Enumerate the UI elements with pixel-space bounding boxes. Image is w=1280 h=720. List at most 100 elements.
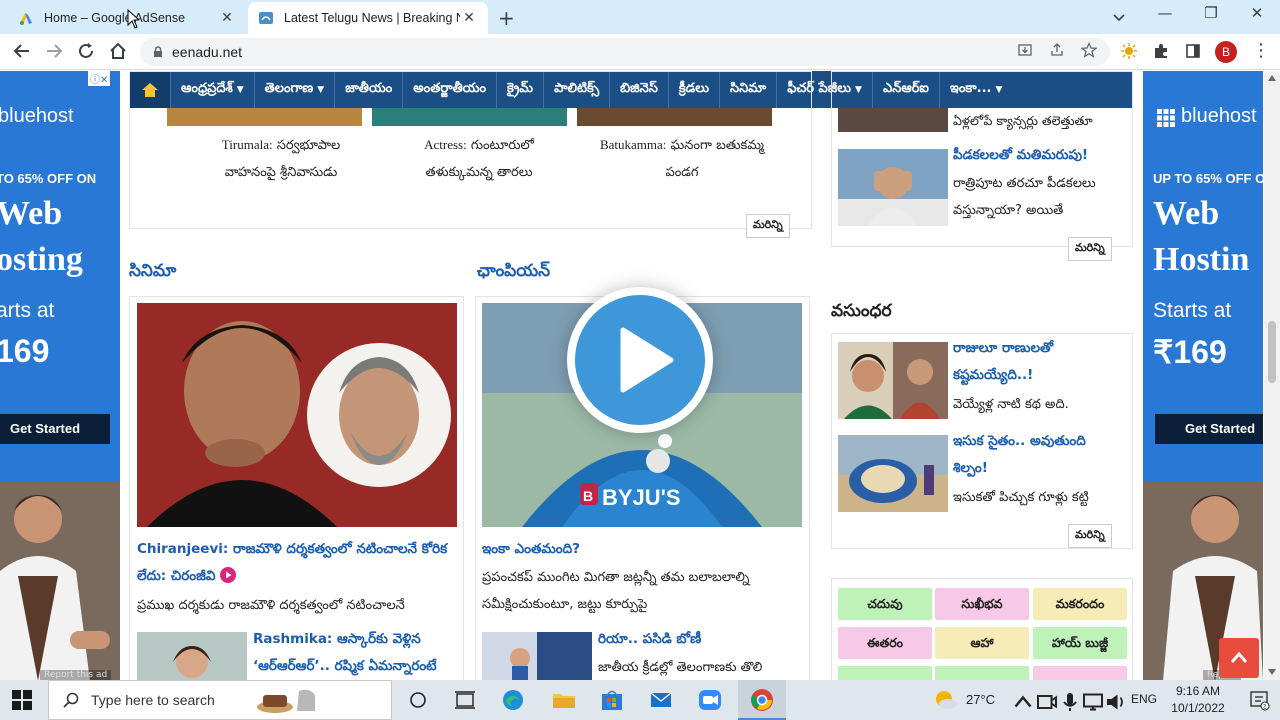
mail-icon[interactable] bbox=[648, 688, 674, 712]
ad-starts-at: Starts at bbox=[1153, 299, 1232, 322]
nightmare-summary[interactable]: రాత్రిపూట తరచూ పీడకలలు వస్తున్నాయా? అయిత… bbox=[953, 170, 1128, 224]
cinema-section-title[interactable]: సినిమా bbox=[129, 261, 176, 285]
champion-headline[interactable]: ఇంకా ఎంతమంది? bbox=[482, 536, 802, 563]
video-play-button[interactable] bbox=[567, 287, 713, 433]
health-partial-text[interactable]: ఏళ్లలోపే క్యాన్సర్లు తలెత్తుతూ bbox=[953, 107, 1093, 134]
side-panel-icon[interactable] bbox=[1184, 42, 1202, 60]
volume-icon[interactable] bbox=[1103, 690, 1129, 714]
tab-close-icon[interactable]: ✕ bbox=[218, 10, 236, 26]
profile-avatar[interactable]: B bbox=[1215, 41, 1237, 63]
weather-temperature[interactable]: 27°C bbox=[966, 692, 995, 707]
ad-choices-icon[interactable]: ⓘ✕ bbox=[88, 71, 111, 86]
taskbar-clock[interactable]: 9:16 AM 10/1/2022 bbox=[1160, 683, 1236, 717]
nightmare-headline[interactable]: పీడకలలతో మతిమరుపు! bbox=[953, 142, 1128, 169]
taskbar-search-box[interactable]: Type here to search bbox=[48, 680, 392, 720]
tab-title: Latest Telugu News | Breaking Ne bbox=[284, 11, 460, 25]
forward-arrow-icon[interactable] bbox=[42, 40, 66, 62]
tag-aaha[interactable]: ఆహా bbox=[935, 627, 1029, 659]
rashmika-article-image[interactable] bbox=[137, 632, 247, 680]
tab-eenadu[interactable]: Latest Telugu News | Breaking Ne ✕ bbox=[248, 2, 488, 34]
tag-partial[interactable] bbox=[935, 666, 1029, 680]
address-bar[interactable]: eenadu.net bbox=[140, 38, 1110, 66]
ad-cta-button[interactable]: Get Started bbox=[1155, 414, 1263, 444]
windows-start-icon[interactable] bbox=[12, 690, 32, 710]
page-scrollbar[interactable] bbox=[1264, 71, 1280, 680]
rashmika-headline[interactable]: Rashmika: ఆస్కార్‌కు వెళ్లిన ‘ఆర్‌ఆర్‌ఆర… bbox=[253, 626, 458, 680]
close-window-button[interactable]: ✕ bbox=[1234, 4, 1280, 22]
clock-date: 10/1/2022 bbox=[1171, 701, 1225, 715]
sand-sculpture-headline[interactable]: ఇసుక సైతం.. అవుతుంది శిల్పం! bbox=[953, 428, 1125, 482]
sand-sculpture-image[interactable] bbox=[838, 435, 948, 512]
scroll-up-icon[interactable] bbox=[1268, 75, 1276, 81]
edge-browser-icon[interactable] bbox=[500, 688, 526, 712]
ad-report-link[interactable]: Report this ad bbox=[40, 670, 112, 680]
gallery-more-button[interactable]: మరిన్ని bbox=[746, 214, 790, 238]
back-to-top-button[interactable] bbox=[1219, 638, 1259, 678]
nightmare-article-image[interactable] bbox=[838, 149, 948, 226]
tag-partial[interactable] bbox=[1033, 666, 1127, 680]
extensions-puzzle-icon[interactable] bbox=[1152, 42, 1170, 60]
queens-article-image[interactable] bbox=[838, 342, 948, 419]
restore-button[interactable]: ❐ bbox=[1188, 4, 1234, 22]
zoom-app-icon[interactable] bbox=[697, 688, 723, 712]
scrollbar-thumb[interactable] bbox=[1268, 321, 1276, 383]
new-tab-button[interactable]: + bbox=[498, 6, 515, 30]
health-more-button[interactable]: మరిన్ని bbox=[1068, 237, 1112, 261]
tab-search-icon[interactable] bbox=[1112, 10, 1126, 24]
champion-summary[interactable]: ప్రపంచకప్‌ ముంగిట మిగతా జట్లన్నీ తమ బలాబ… bbox=[482, 564, 802, 618]
input-language[interactable]: ENG bbox=[1131, 692, 1157, 706]
task-view-circle-icon[interactable] bbox=[405, 688, 431, 712]
queens-summary[interactable]: వెయ్యేళ్ల నాటి కథ అది. bbox=[953, 391, 1125, 418]
microsoft-store-icon[interactable] bbox=[599, 688, 625, 712]
scroll-down-icon[interactable] bbox=[1268, 669, 1276, 675]
ad-grid-logo-icon bbox=[1157, 109, 1175, 127]
riya-headline[interactable]: రియా.. పసిడి బోణీ bbox=[598, 626, 803, 653]
task-view-icon[interactable] bbox=[452, 688, 478, 712]
ad-price: ₹169 bbox=[1153, 334, 1227, 370]
chiranjeevi-headline[interactable]: Chiranjeevi: రాజమౌళి దర్శకత్వంలో నటించాల… bbox=[137, 536, 457, 590]
vasundhara-section-title[interactable]: వసుంధర bbox=[831, 301, 892, 325]
queens-headline[interactable]: రాజులూ రాణులతో కష్టమయ్యేది..! bbox=[953, 335, 1125, 389]
file-explorer-icon[interactable] bbox=[551, 688, 577, 712]
gallery-caption-batukamma[interactable]: Batukamma: ఘనంగా బతుకమ్మ పండగ bbox=[582, 131, 782, 186]
gallery-caption-tirumala[interactable]: Tirumala: సర్వభూపాల వాహనంపై శ్రీనివాసుడు bbox=[196, 131, 366, 186]
vasundhara-more-button[interactable]: మరిన్ని bbox=[1068, 524, 1112, 548]
sand-sculpture-summary[interactable]: ఇసుకతో పిచ్చుక గూళ్లు కట్టి bbox=[953, 484, 1125, 511]
weather-icon[interactable] bbox=[932, 687, 958, 711]
gallery-thumb-tirumala[interactable] bbox=[167, 108, 362, 126]
minimize-button[interactable]: — bbox=[1142, 4, 1188, 22]
right-ad-banner[interactable]: bluehost UP TO 65% OFF O Web Hostin Star… bbox=[1143, 71, 1263, 680]
bookmark-star-icon[interactable] bbox=[1081, 42, 1097, 58]
menu-kebab-icon[interactable]: ⋮ bbox=[1252, 40, 1270, 61]
tag-sukhibhava[interactable]: సుఖీభవ bbox=[935, 588, 1029, 620]
extension-sun-icon[interactable] bbox=[1120, 42, 1138, 60]
champion-section-title[interactable]: ఛాంపియన్ bbox=[477, 261, 550, 285]
tag-eetharam[interactable]: ఈతరం bbox=[838, 627, 932, 659]
lock-icon[interactable] bbox=[152, 46, 164, 58]
chiranjeevi-rajamouli-image[interactable] bbox=[137, 303, 457, 527]
left-ad-banner[interactable]: ⓘ✕ bluehost TO 65% OFF ON Web osting art… bbox=[0, 71, 120, 680]
install-app-icon[interactable] bbox=[1017, 42, 1033, 58]
riya-article-image[interactable] bbox=[482, 632, 592, 680]
home-icon[interactable] bbox=[106, 40, 130, 62]
tag-partial[interactable] bbox=[838, 666, 932, 680]
riya-summary[interactable]: జాతీయ క్రీడల్లో తెలంగాణకు తొలి bbox=[598, 654, 803, 680]
back-arrow-icon[interactable] bbox=[10, 40, 34, 62]
tag-hai-bujji[interactable]: హాయ్ బుజ్జీ bbox=[1033, 627, 1127, 659]
share-icon[interactable] bbox=[1049, 42, 1065, 58]
notifications-icon[interactable]: 2 bbox=[1246, 688, 1272, 712]
url-text: eenadu.net bbox=[172, 44, 243, 60]
gallery-thumb-batukamma[interactable] bbox=[577, 108, 772, 126]
tag-chaduvu[interactable]: చదువు bbox=[838, 588, 932, 620]
health-thumb-top[interactable] bbox=[838, 108, 948, 132]
tag-makarandam[interactable]: మకరందం bbox=[1033, 588, 1127, 620]
reload-icon[interactable] bbox=[74, 40, 98, 62]
chrome-taskbar-active[interactable] bbox=[738, 680, 786, 720]
tab-close-icon[interactable]: ✕ bbox=[460, 10, 478, 26]
svg-text:B: B bbox=[583, 488, 593, 504]
ad-cta-button[interactable]: Get Started bbox=[0, 414, 110, 444]
gallery-thumb-actress[interactable] bbox=[372, 108, 567, 126]
gallery-caption-actress[interactable]: Actress: గుంటూరులో తళుక్కుమన్న తారలు bbox=[404, 131, 554, 186]
chiranjeevi-summary[interactable]: ప్రముఖ దర్శకుడు రాజమౌళి దర్శకత్వంలో నటిం… bbox=[137, 592, 457, 619]
tray-chevron-up-icon[interactable] bbox=[1010, 690, 1036, 714]
